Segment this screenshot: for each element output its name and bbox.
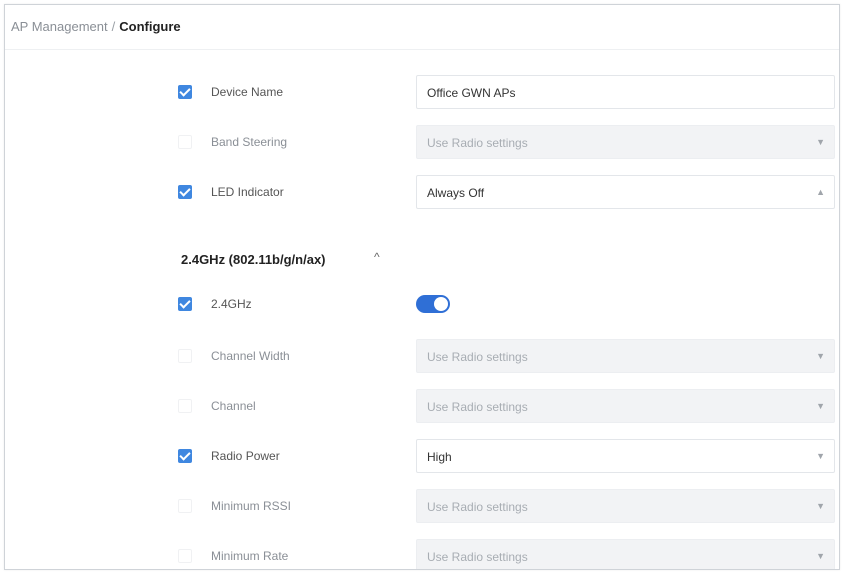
led-indicator-row: LED Indicator Always Off ▲	[5, 175, 839, 209]
minimum-rssi-row: Minimum RSSI Use Radio settings ▼	[5, 489, 839, 523]
minimum-rate-label: Minimum Rate	[211, 549, 289, 563]
radio-2g-checkbox[interactable]	[178, 297, 192, 311]
minimum-rate-row: Minimum Rate Use Radio settings ▼	[5, 539, 839, 569]
chevron-down-icon: ▼	[816, 401, 825, 411]
channel-width-value: Use Radio settings	[427, 350, 528, 364]
channel-width-checkbox[interactable]	[178, 349, 192, 363]
minimum-rate-select[interactable]: Use Radio settings ▼	[416, 539, 835, 569]
radio-2g-label: 2.4GHz	[211, 297, 252, 311]
chevron-down-icon: ▲	[816, 187, 825, 197]
chevron-down-icon: ▼	[816, 137, 825, 147]
minimum-rate-checkbox[interactable]	[178, 549, 192, 563]
chevron-down-icon: ▼	[816, 451, 825, 461]
minimum-rssi-checkbox[interactable]	[178, 499, 192, 513]
chevron-down-icon: ▼	[816, 551, 825, 561]
led-indicator-label: LED Indicator	[211, 185, 284, 199]
chevron-down-icon: ▼	[816, 501, 825, 511]
section-title-2g: 2.4GHz (802.11b/g/n/ax)	[181, 252, 326, 267]
radio-power-label: Radio Power	[211, 449, 280, 463]
minimum-rssi-label: Minimum RSSI	[211, 499, 292, 513]
radio-power-value: High	[427, 450, 452, 464]
band-steering-checkbox[interactable]	[178, 135, 192, 149]
breadcrumb-parent[interactable]: AP Management	[11, 19, 108, 34]
channel-value: Use Radio settings	[427, 400, 528, 414]
configure-panel: AP Management / Configure Device Name Offi…	[4, 4, 840, 570]
channel-row: Channel Use Radio settings ▼	[5, 389, 839, 423]
channel-width-label: Channel Width	[211, 349, 290, 363]
band-steering-row: Band Steering Use Radio settings ▼	[5, 125, 839, 159]
breadcrumb-current: Configure	[119, 19, 181, 34]
radio-power-checkbox[interactable]	[178, 449, 192, 463]
minimum-rssi-select[interactable]: Use Radio settings ▼	[416, 489, 835, 523]
chevron-up-icon[interactable]: ^	[374, 250, 380, 264]
header-divider	[5, 49, 839, 50]
radio-power-select[interactable]: High ▼	[416, 439, 835, 473]
led-indicator-select[interactable]: Always Off ▲	[416, 175, 835, 209]
toggle-knob	[434, 297, 448, 311]
breadcrumb-separator: /	[111, 19, 116, 34]
device-name-input[interactable]: Office GWN APs	[416, 75, 835, 109]
minimum-rssi-value: Use Radio settings	[427, 500, 528, 514]
channel-select[interactable]: Use Radio settings ▼	[416, 389, 835, 423]
device-name-row: Device Name Office GWN APs	[5, 75, 839, 109]
band-steering-select[interactable]: Use Radio settings ▼	[416, 125, 835, 159]
device-name-checkbox[interactable]	[178, 85, 192, 99]
channel-label: Channel	[211, 399, 256, 413]
led-indicator-checkbox[interactable]	[178, 185, 192, 199]
channel-width-select[interactable]: Use Radio settings ▼	[416, 339, 835, 373]
radio-2g-toggle[interactable]	[416, 295, 450, 313]
minimum-rate-value: Use Radio settings	[427, 550, 528, 564]
chevron-down-icon: ▼	[816, 351, 825, 361]
band-steering-label: Band Steering	[211, 135, 288, 149]
band-steering-value: Use Radio settings	[427, 136, 528, 150]
channel-width-row: Channel Width Use Radio settings ▼	[5, 339, 839, 373]
breadcrumb: AP Management / Configure	[11, 19, 181, 34]
device-name-label: Device Name	[211, 85, 284, 99]
radio-power-row: Radio Power High ▼	[5, 439, 839, 473]
channel-checkbox[interactable]	[178, 399, 192, 413]
led-indicator-value: Always Off	[427, 186, 485, 200]
